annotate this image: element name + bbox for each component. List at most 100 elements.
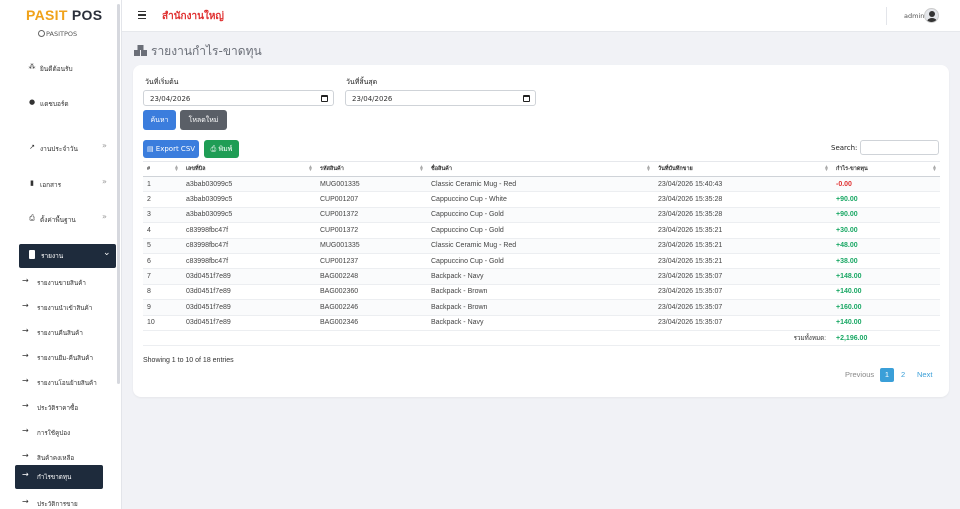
boxes-icon	[134, 45, 147, 59]
sidebar-subitem-label: ประวัติการขาย	[37, 501, 78, 508]
table-cell: Backpack - Brown	[427, 299, 654, 316]
reload-button[interactable]: โหลดใหม่	[180, 110, 227, 130]
table-cell: +90.00	[832, 191, 940, 208]
sidebar-subitem-label: รายงานนำเข้าสินค้า	[37, 305, 93, 312]
table-cell: Cappuccino Cup - White	[427, 191, 654, 208]
table-cell: 9	[143, 299, 182, 316]
sidebar-item-label: แดชบอร์ด	[40, 100, 69, 108]
table-cell: 03d0451f7e89	[182, 299, 316, 316]
sidebar-subitem-label: กำไรขาดทุน	[37, 474, 72, 481]
sidebar-subitem-label: รายงานคืนสินค้า	[37, 330, 83, 337]
pagination-previous[interactable]: Previous	[845, 370, 874, 379]
pagination-next[interactable]: Next	[917, 370, 932, 379]
table-cell: +90.00	[832, 207, 940, 224]
start-date-label: วันที่เริ่มต้น	[145, 78, 179, 86]
user-name[interactable]: admin	[904, 12, 924, 20]
sidebar-item-label: ยินดีต้อนรับ	[40, 65, 73, 73]
pagination-page-2[interactable]: 2	[901, 370, 905, 379]
file-icon: ▤	[146, 145, 154, 153]
table-cell: a3bab03099c5	[182, 176, 316, 193]
table-cell: 23/04/2026 15:35:21	[654, 238, 832, 254]
arrow-right-icon: →	[22, 326, 29, 335]
table-cell: 23/04/2026 15:35:07	[654, 315, 832, 331]
app-logo[interactable]: PASIT POS	[26, 7, 102, 23]
arrow-right-icon: →	[22, 497, 29, 506]
sidebar-subitem-label: รายงานขายสินค้า	[37, 280, 86, 287]
arrow-right-icon: →	[22, 301, 29, 310]
table-cell: CUP001372	[316, 207, 427, 224]
search-button[interactable]: ค้นหา	[143, 110, 176, 130]
sidebar-subitem-profit-loss[interactable]: → กำไรขาดทุน	[15, 465, 103, 489]
sidebar-subitem-label: สินค้าคงเหลือ	[37, 455, 75, 462]
printer-icon: ⎙	[210, 145, 217, 153]
circle-icon	[38, 30, 45, 37]
table-row[interactable]: 1 a3bab03099c5 MUG001335 Classic Ceramic Mu…	[143, 176, 940, 193]
arrow-right-icon: →	[22, 376, 29, 385]
print-button[interactable]: ⎙ พิมพ์	[204, 140, 239, 158]
table-cell: CUP001237	[316, 253, 427, 270]
search-input[interactable]	[860, 140, 939, 155]
table-cell: Backpack - Navy	[427, 315, 654, 331]
sidebar: PASIT POS PASITPOS ⁂ ยินดีต้อนรับ ● แดชบ…	[0, 0, 122, 509]
table-cell: BAG002248	[316, 268, 427, 285]
search-label: Search:	[831, 144, 858, 152]
table-row[interactable]: 8 03d0451f7e89 BAG002360 Backpack - Brown 23…	[143, 284, 940, 301]
table-row[interactable]: 5 c83998fbc47f MUG001335 Classic Ceramic Mu…	[143, 238, 940, 254]
branch-name[interactable]: สำนักงานใหญ่	[162, 9, 224, 24]
pagination-page-1[interactable]: 1	[880, 368, 894, 382]
table-cell: 23/04/2026 15:35:28	[654, 207, 832, 224]
table-cell: 5	[143, 238, 182, 254]
sidebar-item-reports[interactable]: รายงาน ⌄	[19, 244, 116, 268]
export-csv-label: Export CSV	[155, 145, 196, 153]
avatar[interactable]	[924, 8, 939, 23]
table-cell: Backpack - Brown	[427, 284, 654, 301]
table-cell: -0.00	[832, 176, 940, 193]
table-row[interactable]: 6 c83998fbc47f CUP001237 Cappuccino Cup - G…	[143, 253, 940, 270]
table-cell: 10	[143, 315, 182, 331]
table-cell: Classic Ceramic Mug - Red	[427, 238, 654, 254]
chevron-right-icon: »	[102, 212, 107, 221]
table-row[interactable]: 3 a3bab03099c5 CUP001372 Cappuccino Cup - G…	[143, 207, 940, 224]
table-cell: 6	[143, 253, 182, 270]
calendar-icon[interactable]	[523, 95, 530, 102]
total-label: รวมทั้งหมด:	[143, 330, 832, 347]
column-header[interactable]: กำไร-ขาดทุน ▲ ▼	[832, 161, 940, 177]
column-header[interactable]: วันที่บันทึกขาย ▲ ▼	[654, 161, 832, 177]
table-row[interactable]: 7 03d0451f7e89 BAG002248 Backpack - Navy 23/…	[143, 268, 940, 285]
sort-icon: ▲ ▼	[646, 164, 651, 173]
calendar-icon[interactable]	[321, 95, 328, 102]
sidebar-scrollbar[interactable]	[117, 4, 120, 384]
table-row[interactable]: 10 03d0451f7e89 BAG002346 Backpack - Navy 23…	[143, 315, 940, 331]
column-header[interactable]: ชื่อสินค้า ▲ ▼	[427, 161, 654, 177]
menu-toggle-icon[interactable]	[138, 11, 146, 19]
column-header[interactable]: เลขที่บิล ▲ ▼	[182, 161, 316, 177]
top-bar: สำนักงานใหญ่ admin	[122, 0, 960, 32]
arrow-right-icon: →	[22, 276, 29, 285]
end-date-input[interactable]: 23/04/2026	[345, 90, 536, 106]
table-cell: 23/04/2026 15:35:07	[654, 268, 832, 285]
table-total-row: รวมทั้งหมด: +2,196.00	[143, 330, 940, 347]
sort-icon: ▲ ▼	[308, 164, 313, 173]
table-cell: c83998fbc47f	[182, 238, 316, 254]
start-date-input[interactable]: 23/04/2026	[143, 90, 334, 106]
table-cell: +30.00	[832, 222, 940, 239]
table-cell: 7	[143, 268, 182, 285]
sidebar-subitem-label: ประวัติราคาซื้อ	[37, 405, 79, 412]
table-cell: Backpack - Navy	[427, 268, 654, 285]
table-cell: 2	[143, 191, 182, 208]
column-header[interactable]: รหัสสินค้า ▲ ▼	[316, 161, 427, 177]
table-cell: Cappuccino Cup - Gold	[427, 222, 654, 239]
export-csv-button[interactable]: ▤ Export CSV	[143, 140, 199, 158]
arrow-right-icon: →	[22, 401, 29, 410]
table-row[interactable]: 9 03d0451f7e89 BAG002246 Backpack - Brown 23…	[143, 299, 940, 316]
table-cell: 3	[143, 207, 182, 224]
chevron-right-icon: »	[102, 177, 107, 186]
table-cell: CUP001207	[316, 191, 427, 208]
table-cell: MUG001335	[316, 238, 427, 254]
table-cell: Cappuccino Cup - Gold	[427, 207, 654, 224]
column-header[interactable]: # ▲ ▼	[143, 161, 182, 177]
report-card: วันที่เริ่มต้น 23/04/2026 วันที่สิ้นสุด …	[133, 65, 949, 397]
table-row[interactable]: 2 a3bab03099c5 CUP001207 Cappuccino Cup - W…	[143, 191, 940, 208]
table-row[interactable]: 4 c83998fbc47f CUP001372 Cappuccino Cup - G…	[143, 222, 940, 239]
table-cell: 23/04/2026 15:35:07	[654, 284, 832, 301]
